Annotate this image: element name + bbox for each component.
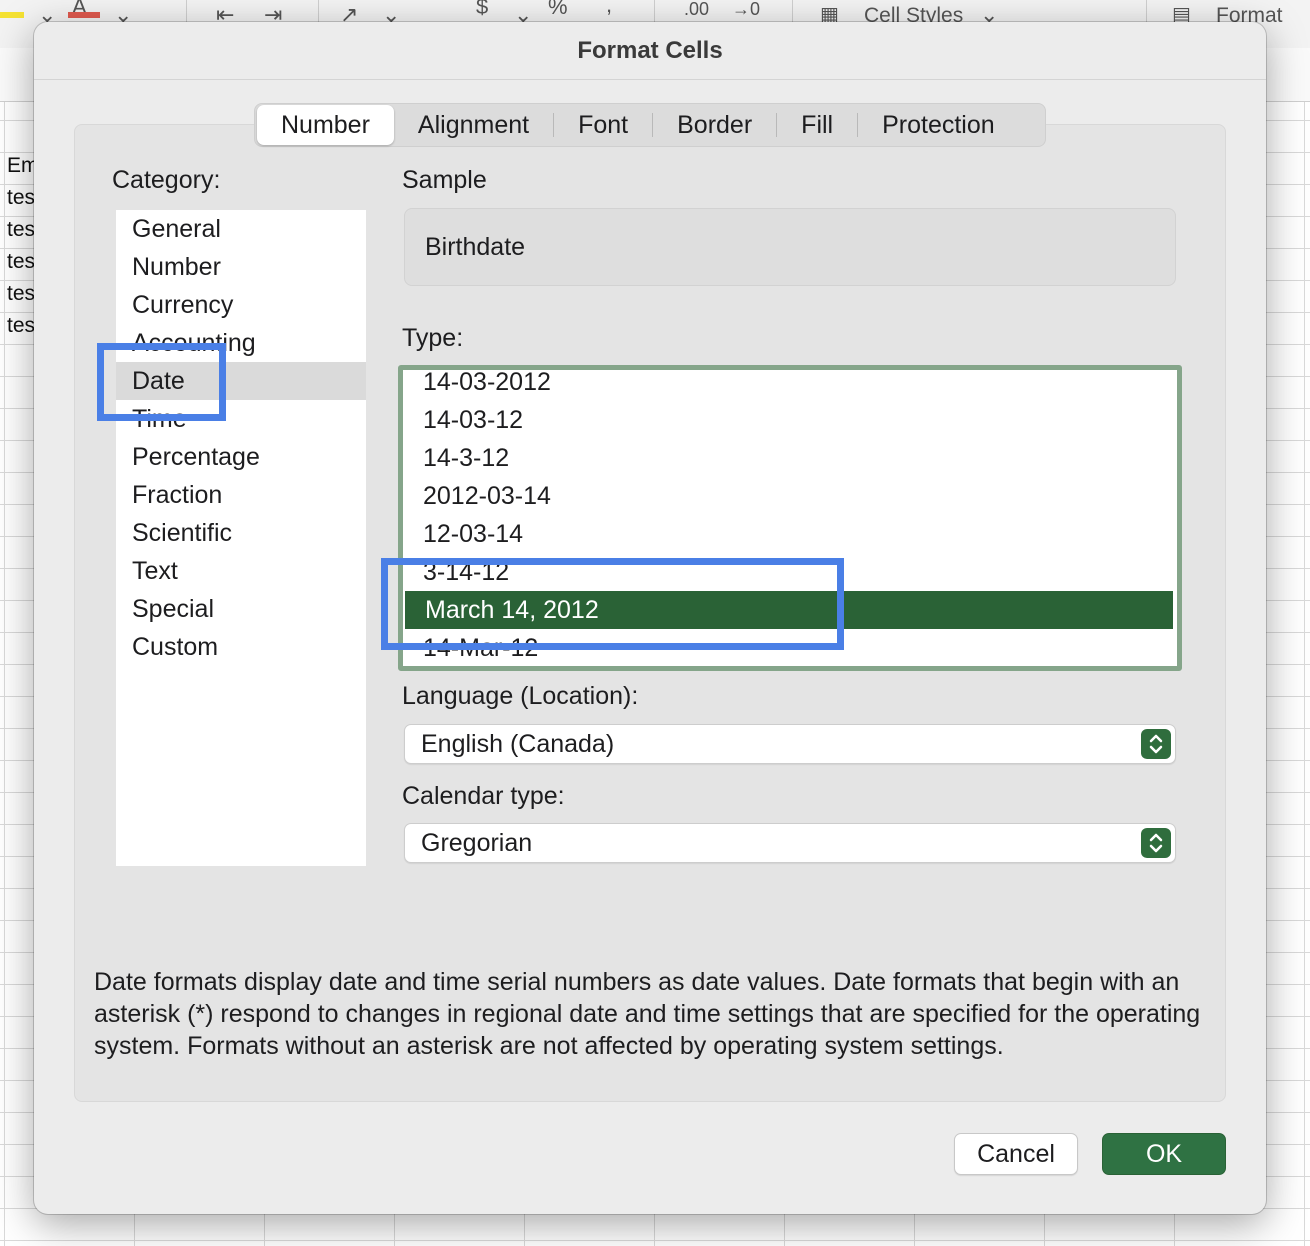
- annotation-highlight-type: [381, 558, 844, 650]
- sample-label: Sample: [402, 166, 487, 194]
- type-item[interactable]: 14-3-12: [403, 439, 1177, 477]
- type-label: Type:: [402, 324, 464, 352]
- tab-protection[interactable]: Protection: [858, 105, 1019, 145]
- language-select-value: English (Canada): [421, 730, 615, 758]
- comma-style-icon[interactable]: ,: [606, 0, 612, 20]
- category-item-special[interactable]: Special: [116, 590, 366, 628]
- ok-button[interactable]: OK: [1102, 1133, 1226, 1175]
- font-color-icon[interactable]: A: [72, 0, 87, 22]
- cancel-button[interactable]: Cancel: [954, 1133, 1078, 1175]
- category-label: Category:: [112, 166, 221, 194]
- category-item-text[interactable]: Text: [116, 552, 366, 590]
- percent-icon[interactable]: %: [548, 0, 568, 22]
- category-item-number[interactable]: Number: [116, 248, 366, 286]
- category-description: Date formats display date and time seria…: [94, 968, 1201, 1060]
- sample-preview: Birthdate: [404, 208, 1176, 286]
- highlight-color-swatch[interactable]: [0, 12, 24, 18]
- type-item[interactable]: 12-03-14: [403, 515, 1177, 553]
- up-down-chevron-icon[interactable]: [1141, 729, 1171, 759]
- calendar-select-value: Gregorian: [421, 829, 533, 857]
- decrease-decimal-icon[interactable]: →0: [732, 0, 760, 24]
- sheet-cell[interactable]: tes: [7, 310, 35, 342]
- annotation-highlight-date: [97, 343, 226, 421]
- category-item-custom[interactable]: Custom: [116, 628, 366, 666]
- category-item-general[interactable]: General: [116, 210, 366, 248]
- sheet-cell[interactable]: tes: [7, 246, 35, 278]
- category-item-percentage[interactable]: Percentage: [116, 438, 366, 476]
- dialog-title: Format Cells: [34, 22, 1266, 80]
- tab-border[interactable]: Border: [653, 105, 776, 145]
- sheet-cell[interactable]: tes: [7, 182, 35, 214]
- type-item[interactable]: 14-03-2012: [403, 370, 1177, 401]
- type-item[interactable]: 14-03-12: [403, 401, 1177, 439]
- increase-decimal-icon[interactable]: .00: [684, 0, 709, 24]
- category-item-scientific[interactable]: Scientific: [116, 514, 366, 552]
- up-down-chevron-icon[interactable]: [1141, 828, 1171, 858]
- currency-icon[interactable]: $: [476, 0, 488, 22]
- tab-alignment[interactable]: Alignment: [394, 105, 553, 145]
- font-color-swatch: [68, 12, 100, 18]
- type-item[interactable]: 2012-03-14: [403, 477, 1177, 515]
- tab-fill[interactable]: Fill: [777, 105, 857, 145]
- language-label: Language (Location):: [402, 682, 639, 710]
- tab-font[interactable]: Font: [554, 105, 652, 145]
- category-list[interactable]: General Number Currency Accounting Date …: [116, 210, 366, 866]
- calendar-label: Calendar type:: [402, 782, 565, 810]
- tab-number[interactable]: Number: [257, 105, 394, 145]
- category-item-currency[interactable]: Currency: [116, 286, 366, 324]
- sheet-cell[interactable]: tes: [7, 278, 35, 310]
- language-select[interactable]: English (Canada): [404, 724, 1176, 764]
- sheet-cell[interactable]: tes: [7, 214, 35, 246]
- tab-bar: Number Alignment Font Border Fill Protec…: [254, 103, 1046, 147]
- category-item-fraction[interactable]: Fraction: [116, 476, 366, 514]
- calendar-select[interactable]: Gregorian: [404, 823, 1176, 863]
